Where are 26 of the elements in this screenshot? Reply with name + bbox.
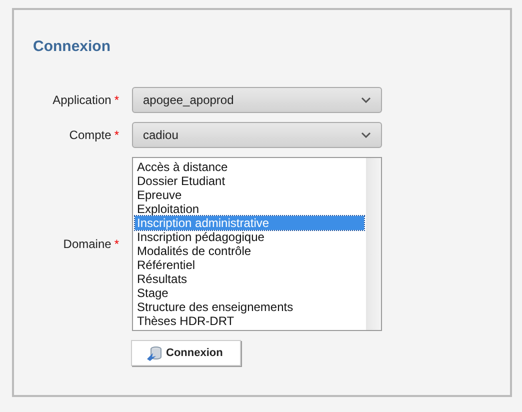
list-option[interactable]: Accès à distance: [135, 160, 364, 174]
field-label: Application: [52, 92, 112, 109]
chevron-down-icon: [361, 132, 371, 138]
list-option[interactable]: Dossier Etudiant: [135, 174, 364, 188]
required-mark: *: [114, 94, 119, 106]
chevron-down-icon: [361, 97, 371, 103]
select-field[interactable]: cadiou: [132, 122, 382, 148]
field-label: Domaine: [63, 236, 112, 253]
list-option[interactable]: Epreuve: [135, 188, 364, 202]
list-option[interactable]: Inscription pédagogique: [135, 230, 364, 244]
domain-listbox[interactable]: Accès à distance Dossier Etudiant Epreuve Exploitation Inscription administrative Inscription pédagogique Modalités de contrôle Référentiel Résultats Stage Structure des enseignements Thèses HDR-DRT: [132, 157, 382, 331]
list-option[interactable]: Résultats: [135, 272, 364, 286]
list-option[interactable]: Référentiel: [135, 258, 364, 272]
form-title: Connexion: [33, 38, 112, 56]
required-mark: *: [114, 238, 119, 250]
list-option[interactable]: Exploitation: [135, 202, 364, 216]
login-button[interactable]: Connexion: [131, 340, 241, 366]
required-mark: *: [114, 129, 119, 141]
list-option[interactable]: Modalités de contrôle: [135, 244, 364, 258]
scrollbar[interactable]: [366, 158, 381, 330]
list-option[interactable]: Thèses HDR-DRT: [135, 314, 364, 328]
select-field[interactable]: apogee_apoprod: [132, 87, 382, 113]
list-option[interactable]: Stage: [135, 286, 364, 300]
database-icon: [146, 345, 162, 361]
list-option[interactable]: Structure des enseignements: [135, 300, 364, 314]
field-label: Compte: [69, 127, 112, 144]
